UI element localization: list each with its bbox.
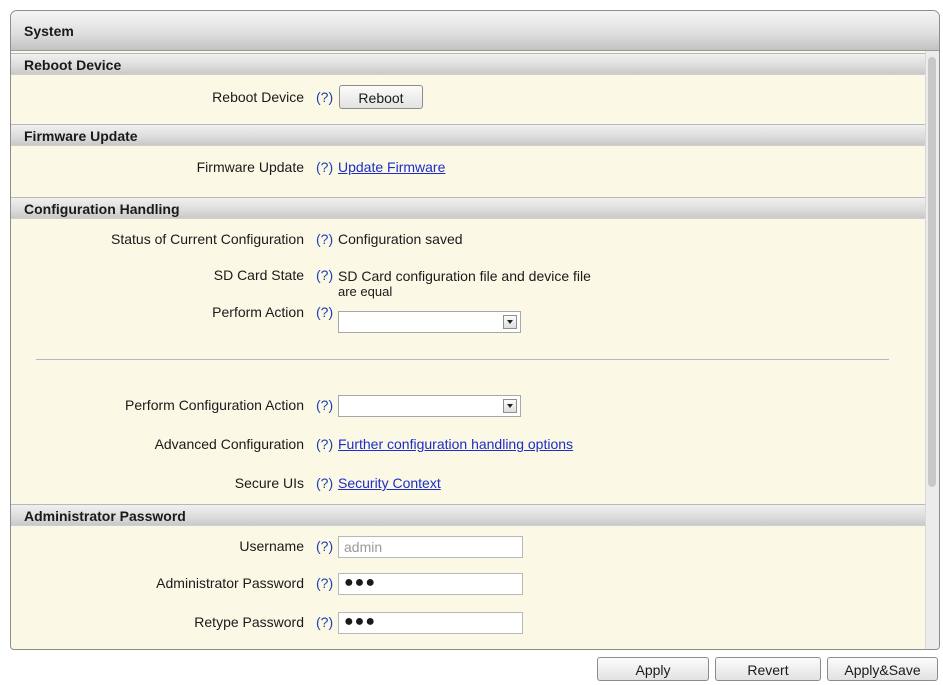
username-help-icon[interactable]: (?) [316, 535, 333, 557]
security-context-link-wrap: Security Context [338, 472, 441, 494]
sd-card-row: SD Card State (?) SD Card configuration … [11, 264, 926, 299]
username-label: Username [239, 538, 304, 554]
apply-save-button[interactable]: Apply&Save [827, 657, 938, 681]
perform-config-action-row: Perform Configuration Action (?) [11, 394, 926, 417]
perform-config-action-help-icon[interactable]: (?) [316, 394, 333, 416]
firmware-row: Firmware Update (?) Update Firmware [11, 156, 926, 178]
retype-password-field[interactable]: ●●● [338, 612, 523, 634]
section-header-admin: Administrator Password [11, 504, 926, 526]
section-header-config: Configuration Handling [11, 197, 926, 219]
secure-uis-row: Secure UIs (?) Security Context [11, 472, 926, 494]
reboot-button[interactable]: Reboot [339, 85, 423, 109]
sd-card-value: SD Card configuration file and device fi… [338, 268, 591, 300]
perform-action-select[interactable] [338, 311, 521, 333]
chevron-down-icon[interactable] [503, 315, 517, 329]
perform-action-help-icon[interactable]: (?) [316, 301, 333, 323]
panel-content: Reboot Device Reboot Device (?) Reboot F… [11, 51, 926, 649]
admin-password-label: Administrator Password [156, 575, 304, 591]
sd-card-help-icon[interactable]: (?) [316, 264, 333, 286]
config-status-value: Configuration saved [338, 231, 463, 247]
admin-password-field[interactable]: ●●● [338, 573, 523, 595]
update-firmware-link-wrap: Update Firmware [338, 156, 445, 178]
config-status-row: Status of Current Configuration (?) Conf… [11, 228, 926, 250]
firmware-label: Firmware Update [196, 159, 304, 175]
reboot-row: Reboot Device (?) Reboot [11, 85, 926, 109]
update-firmware-link[interactable]: Update Firmware [338, 159, 445, 175]
perform-config-action-label: Perform Configuration Action [125, 397, 304, 413]
sd-card-label: SD Card State [213, 267, 304, 283]
username-row: Username (?) admin [11, 535, 926, 558]
retype-password-label: Retype Password [194, 614, 304, 630]
section-header-reboot: Reboot Device [11, 53, 926, 75]
apply-button[interactable]: Apply [597, 657, 709, 681]
chevron-down-icon[interactable] [503, 399, 517, 413]
username-field[interactable]: admin [338, 536, 523, 558]
admin-password-help-icon[interactable]: (?) [316, 572, 333, 594]
advanced-config-help-icon[interactable]: (?) [316, 433, 333, 455]
system-panel: System Reboot Device Reboot Device (?) R… [10, 10, 940, 650]
advanced-config-link-wrap: Further configuration handling options [338, 433, 573, 455]
firmware-help-icon[interactable]: (?) [316, 156, 333, 178]
panel-title: System [11, 11, 939, 51]
retype-password-row: Retype Password (?) ●●● [11, 611, 926, 634]
perform-action-label: Perform Action [212, 304, 304, 320]
secure-uis-label: Secure UIs [234, 475, 304, 491]
section-header-firmware: Firmware Update [11, 124, 926, 146]
scrollbar-thumb[interactable] [928, 57, 936, 487]
secure-uis-help-icon[interactable]: (?) [316, 472, 333, 494]
further-config-options-link[interactable]: Further configuration handling options [338, 436, 573, 452]
retype-password-help-icon[interactable]: (?) [316, 611, 333, 633]
perform-action-row: Perform Action (?) [11, 301, 926, 333]
reboot-label: Reboot Device [212, 89, 304, 105]
security-context-link[interactable]: Security Context [338, 475, 441, 491]
perform-config-action-select[interactable] [338, 395, 521, 417]
vertical-scrollbar[interactable] [925, 51, 939, 649]
revert-button[interactable]: Revert [715, 657, 821, 681]
advanced-config-label: Advanced Configuration [154, 436, 304, 452]
admin-password-row: Administrator Password (?) ●●● [11, 572, 926, 595]
advanced-config-row: Advanced Configuration (?) Further confi… [11, 433, 926, 455]
config-status-help-icon[interactable]: (?) [316, 228, 333, 250]
sd-card-value-line1: SD Card configuration file and device fi… [338, 268, 591, 284]
sd-card-value-line2: are equal [338, 284, 393, 299]
config-status-label: Status of Current Configuration [111, 231, 304, 247]
reboot-help-icon[interactable]: (?) [316, 86, 333, 108]
config-divider [36, 359, 889, 361]
